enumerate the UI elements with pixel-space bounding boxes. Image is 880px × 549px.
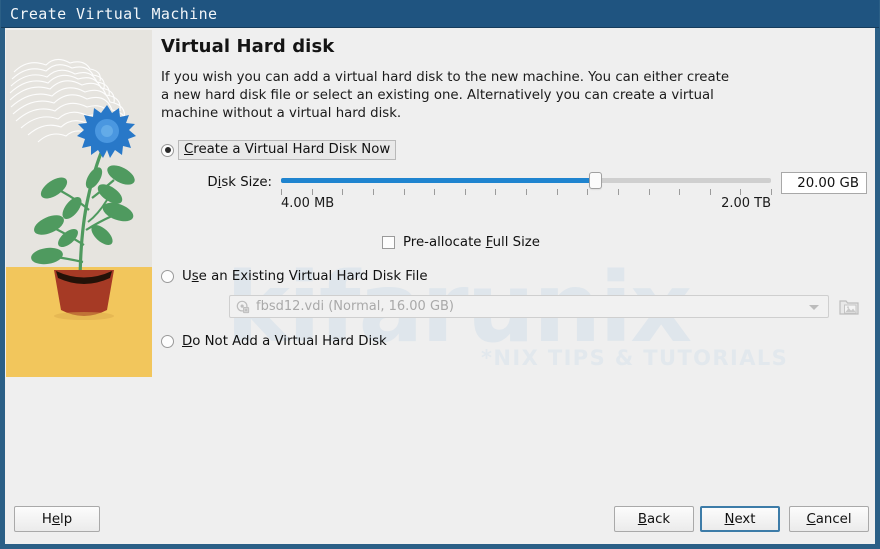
window-titlebar: Create Virtual Machine — [1, 0, 879, 28]
decorative-illustration — [6, 30, 152, 377]
label-text-post: ull Size — [492, 234, 540, 250]
window-title: Create Virtual Machine — [10, 4, 218, 23]
option-preallocate[interactable]: Pre-allocate Full Size — [382, 232, 869, 252]
wizard-page-content: Virtual Hard disk If you wish you can ad… — [159, 36, 869, 352]
label-mnemonic: D — [182, 333, 193, 349]
slider-tick — [679, 189, 681, 196]
btn-text-pre: H — [41, 511, 52, 527]
label-text-post: o Not Add a Virtual Hard Disk — [192, 333, 387, 349]
slider-range-labels: 4.00 MB 2.00 TB — [281, 196, 771, 211]
disk-size-row: Disk Size: 4.00 MB 2.00 TB 20.00 GB — [159, 172, 869, 211]
btn-mnemonic: N — [724, 511, 735, 527]
slider-handle[interactable] — [588, 172, 602, 190]
slider-tick — [740, 189, 742, 196]
dialog-body: kifarunix *NIX TIPS & TUTORIALS Virtual … — [1, 28, 879, 548]
radio-do-not-add-disk[interactable] — [161, 334, 174, 348]
browse-disk-button[interactable] — [838, 296, 860, 318]
radio-create-new-disk[interactable] — [161, 143, 174, 157]
disk-size-slider[interactable]: 4.00 MB 2.00 TB — [281, 172, 772, 211]
existing-disk-combobox-value: fbsd12.vdi (Normal, 16.00 GB) — [256, 299, 455, 315]
checkbox-preallocate-label: Pre-allocate Full Size — [403, 235, 540, 250]
back-button[interactable]: Back — [614, 506, 694, 532]
slider-track-fill — [281, 178, 595, 184]
slider-tick — [587, 189, 589, 196]
btn-mnemonic: C — [806, 511, 816, 527]
disk-size-label-post: sk Size: — [221, 175, 272, 191]
label-text-pre: Pre-allocate — [403, 234, 486, 250]
slider-tick — [281, 189, 282, 196]
label-text-post: e an Existing Virtual Hard Disk File — [198, 268, 428, 284]
option-create-new-disk-label: Create a Virtual Hard Disk Now — [178, 140, 397, 161]
label-text-post: reate a Virtual Hard Disk Now — [193, 142, 391, 158]
hard-disk-icon — [236, 300, 250, 314]
slider-tick — [403, 189, 405, 196]
slider-min-label: 4.00 MB — [281, 196, 335, 212]
label-text-pre: U — [182, 268, 192, 284]
option-create-new-disk[interactable]: Create a Virtual Hard Disk Now — [161, 139, 869, 161]
page-description: If you wish you can add a virtual hard d… — [161, 70, 730, 122]
label-mnemonic: F — [485, 234, 493, 250]
next-button[interactable]: Next — [700, 506, 780, 532]
option-do-not-add-disk-label: Do Not Add a Virtual Hard Disk — [182, 334, 387, 349]
plant-illustration-svg — [6, 30, 152, 377]
disk-size-label: Disk Size: — [159, 172, 281, 190]
create-virtual-machine-dialog: Create Virtual Machine kifarunix *NIX TI… — [0, 0, 880, 549]
page-title: Virtual Hard disk — [161, 36, 335, 57]
checkbox-preallocate-full-size[interactable] — [382, 235, 395, 249]
radio-use-existing-disk[interactable] — [161, 269, 174, 283]
option-use-existing-disk-label: Use an Existing Virtual Hard Disk File — [182, 269, 428, 284]
chevron-down-icon[interactable] — [809, 304, 819, 310]
existing-disk-row: fbsd12.vdi (Normal, 16.00 GB) — [229, 295, 869, 319]
btn-mnemonic: e — [51, 511, 61, 527]
btn-mnemonic: B — [637, 511, 647, 527]
slider-max-label: 2.00 TB — [721, 196, 771, 212]
label-mnemonic: C — [184, 142, 194, 158]
slider-tick — [648, 189, 650, 196]
bottom-border-accent — [1, 544, 879, 548]
btn-text-post: lp — [60, 511, 73, 527]
dialog-footer: He lp Back Next Cancel — [6, 506, 874, 540]
existing-disk-combobox[interactable]: fbsd12.vdi (Normal, 16.00 GB) — [229, 295, 829, 319]
slider-tick — [617, 189, 619, 196]
option-do-not-add-disk[interactable]: Do Not Add a Virtual Hard Disk — [161, 330, 869, 352]
slider-tick — [556, 189, 558, 196]
help-button[interactable]: He lp — [14, 506, 100, 532]
label-mnemonic: s — [191, 268, 199, 284]
btn-text-post: ext — [734, 511, 756, 527]
left-border-accent — [1, 28, 5, 548]
slider-ticks — [281, 189, 772, 196]
slider-tick — [311, 189, 313, 196]
folder-image-icon — [839, 300, 859, 315]
btn-text-post: ancel — [815, 511, 852, 527]
right-border-accent — [875, 28, 879, 548]
slider-track[interactable] — [281, 178, 771, 184]
slider-tick — [464, 189, 466, 196]
slider-tick — [434, 189, 436, 196]
option-use-existing-disk[interactable]: Use an Existing Virtual Hard Disk File — [161, 265, 869, 287]
slider-tick — [526, 189, 527, 196]
disk-size-value-field[interactable]: 20.00 GB — [781, 172, 867, 195]
slider-tick — [771, 189, 772, 196]
slider-tick — [495, 189, 497, 196]
btn-text-post: ack — [646, 511, 671, 527]
cancel-button[interactable]: Cancel — [789, 506, 869, 532]
disk-size-label-pre: D — [207, 175, 218, 191]
slider-tick — [709, 189, 711, 196]
slider-tick — [372, 189, 374, 196]
slider-tick — [342, 189, 344, 196]
